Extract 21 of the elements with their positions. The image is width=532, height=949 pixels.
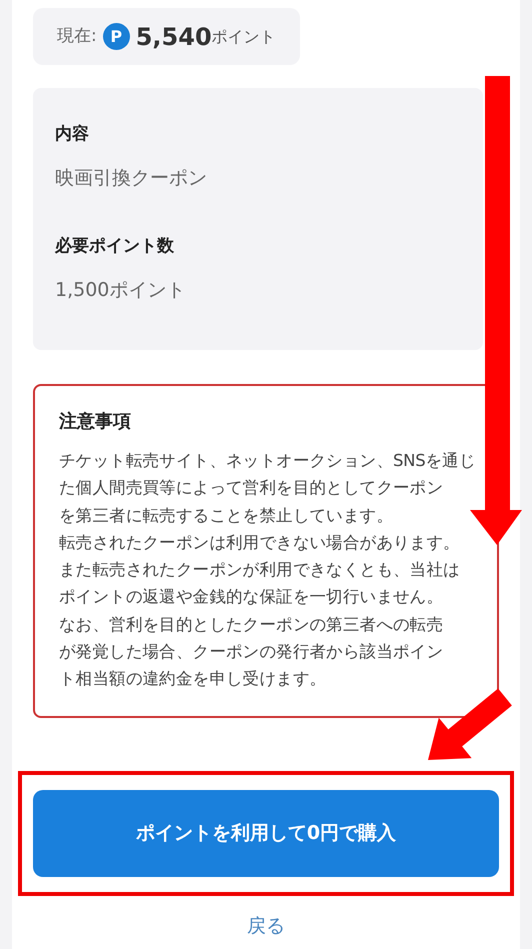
notice-line: チケット転売サイト、ネットオークション、SNSを通じ xyxy=(59,450,476,472)
notice-line: ポイントの返還や金銭的な保証を一切行いません。 xyxy=(59,586,444,608)
notice-title: 注意事項 xyxy=(59,410,132,434)
notice-line: 転売されたクーポンは利用できない場合があります。 xyxy=(59,532,460,554)
points-value: 5,540 xyxy=(136,22,212,52)
notice-line: ト相当額の違約金を申し受けます。 xyxy=(59,668,326,690)
notice-line: なお、営利を目的としたクーポンの第三者への転売 xyxy=(59,614,444,636)
notice-line: た個人間売買等によって営利を目的としてクーポン xyxy=(59,477,444,500)
points-label: 現在: xyxy=(57,24,97,48)
points-unit: ポイント xyxy=(212,26,276,48)
notice-line: が発覚した場合、クーポンの発行者から該当ポイン xyxy=(59,641,444,664)
back-link[interactable]: 戻る xyxy=(247,912,285,940)
arrow-icon xyxy=(428,688,512,760)
point-mark: P xyxy=(102,23,130,50)
purchase-button[interactable]: ポイントを利用して0円で購入 xyxy=(33,790,499,877)
notice-line: また転売されたクーポンが利用できなくとも、当社は xyxy=(59,559,460,582)
detail-value: 映画引換クーポン xyxy=(55,166,208,190)
detail-heading: 内容 xyxy=(55,123,90,146)
detail-heading: 必要ポイント数 xyxy=(55,235,175,258)
notice-line: を第三者に転売することを禁止しています。 xyxy=(59,504,394,527)
detail-value: 1,500ポイント xyxy=(55,278,186,302)
